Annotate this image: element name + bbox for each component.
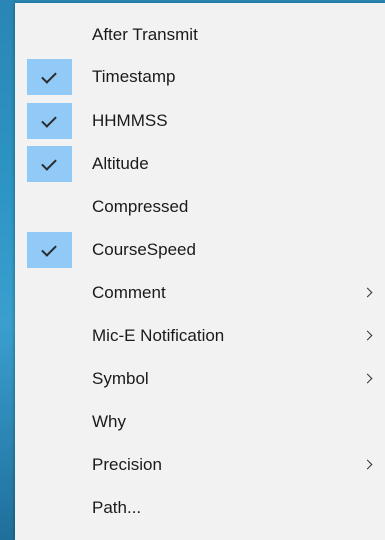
menu-item-label: Altitude [92,154,149,173]
menu-item-mic-e-notification[interactable]: Mic-E Notification [15,318,385,354]
menu-item-label: Path... [92,498,142,517]
menu-item-coursespeed[interactable]: CourseSpeed [15,232,385,268]
chevron-right-icon [362,459,373,470]
menu-item-label: Symbol [92,369,149,388]
menu-item-compressed[interactable]: Compressed [15,189,385,225]
menu-item-label: HHMMSS [92,111,168,130]
menu-item-after-transmit[interactable]: After Transmit [15,17,385,53]
chevron-right-icon [362,287,373,298]
menu-item-timestamp[interactable]: Timestamp [15,59,385,95]
context-menu: After Transmit Timestamp HHMMSS Altitude… [15,3,385,540]
menu-item-label: Timestamp [92,67,176,86]
menu-item-why[interactable]: Why [15,404,385,440]
menu-item-label: Precision [92,455,162,474]
menu-item-label: After Transmit [92,25,198,44]
menu-item-precision[interactable]: Precision [15,447,385,483]
menu-item-label: CourseSpeed [92,240,196,259]
chevron-right-icon [362,373,373,384]
menu-item-symbol[interactable]: Symbol [15,361,385,397]
menu-item-path[interactable]: Path... [15,490,385,526]
chevron-right-icon [362,330,373,341]
menu-item-altitude[interactable]: Altitude [15,146,385,182]
menu-item-comment[interactable]: Comment [15,275,385,311]
menu-item-label: Why [92,412,126,431]
menu-item-label: Mic-E Notification [92,326,225,345]
menu-item-label: Compressed [92,197,189,216]
menu-item-label: Comment [92,283,166,302]
menu-item-hhmmss[interactable]: HHMMSS [15,103,385,139]
